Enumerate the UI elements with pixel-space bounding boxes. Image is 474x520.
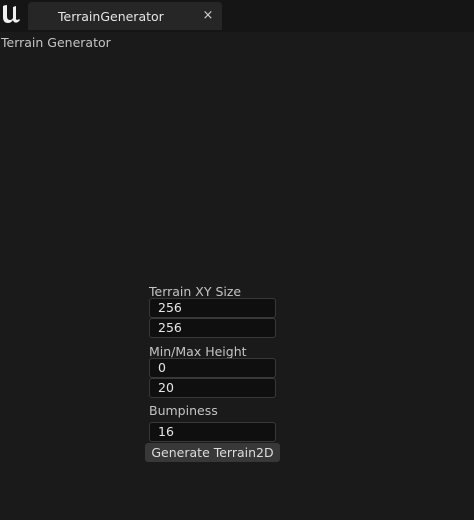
close-icon[interactable]: × — [200, 8, 216, 24]
terrain-size-x-input[interactable]: 256 — [149, 298, 276, 318]
generate-terrain-button[interactable]: Generate Terrain2D — [145, 443, 280, 462]
bumpiness-input[interactable]: 16 — [149, 422, 276, 442]
unreal-engine-logo-icon[interactable] — [0, 2, 24, 26]
max-height-input[interactable]: 20 — [149, 378, 276, 398]
min-height-input[interactable]: 0 — [149, 358, 276, 378]
terrain-size-y-input[interactable]: 256 — [149, 318, 276, 338]
tab-label: TerrainGenerator — [58, 9, 164, 24]
window-title: Terrain Generator — [1, 35, 111, 50]
bumpiness-label: Bumpiness — [149, 403, 218, 418]
tab-terrain-generator[interactable]: TerrainGenerator × — [28, 2, 222, 30]
terrain-generator-window: TerrainGenerator × Terrain Generator Ter… — [0, 0, 474, 520]
tab-bar: TerrainGenerator × — [0, 0, 474, 32]
terrain-xy-size-label: Terrain XY Size — [149, 284, 242, 299]
min-max-height-label: Min/Max Height — [149, 344, 247, 359]
